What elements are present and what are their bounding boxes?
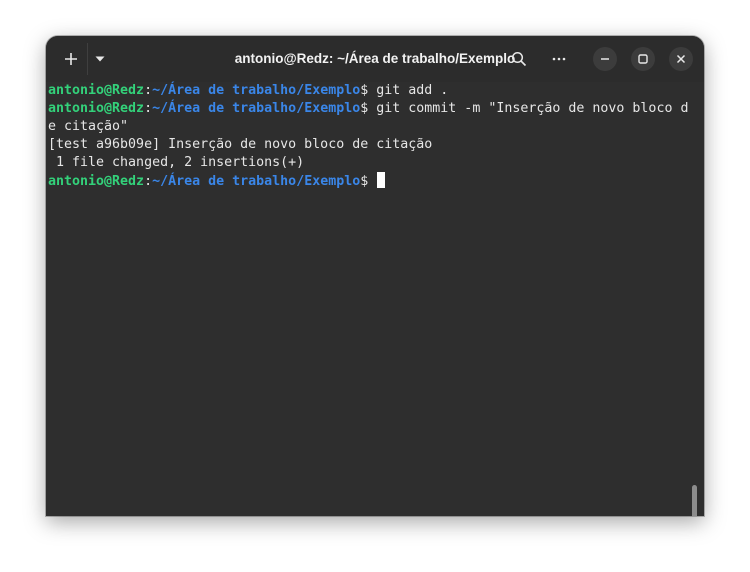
terminal-line: [test a96b09e] Inserção de novo bloco de… — [48, 137, 433, 152]
prompt-path: ~/Área de trabalho/Exemplo — [152, 83, 361, 98]
terminal-line: e citação" — [48, 119, 129, 134]
prompt-colon: : — [144, 83, 153, 98]
title-bar: antonio@Redz: ~/Área de trabalho/Exemplo — [46, 36, 704, 82]
scrollbar-thumb[interactable] — [692, 485, 697, 516]
ellipsis-icon — [552, 57, 566, 61]
close-icon — [676, 54, 686, 64]
terminal-window: antonio@Redz: ~/Área de trabalho/Exemplo — [46, 36, 704, 516]
main-menu-button[interactable] — [544, 44, 574, 74]
prompt-path: ~/Área de trabalho/Exemplo — [152, 101, 361, 116]
plus-icon — [65, 53, 77, 65]
prompt-user-host: antonio@Redz — [48, 174, 145, 189]
search-button[interactable] — [504, 44, 534, 74]
prompt-colon: : — [144, 174, 153, 189]
tab-menu-button[interactable] — [88, 44, 112, 74]
prompt-path: ~/Área de trabalho/Exemplo — [152, 174, 361, 189]
new-tab-button[interactable] — [56, 44, 86, 74]
terminal-line: antonio@Redz:~/Área de trabalho/Exemplo$ — [48, 172, 386, 190]
search-icon — [511, 51, 527, 67]
minimize-icon — [601, 58, 609, 60]
maximize-button[interactable] — [631, 47, 655, 71]
close-button[interactable] — [669, 47, 693, 71]
prompt-dollar: $ — [360, 83, 377, 98]
minimize-button[interactable] — [593, 47, 617, 71]
prompt-dollar: $ — [360, 174, 377, 189]
terminal-line: antonio@Redz:~/Área de trabalho/Exemplo$… — [48, 100, 688, 118]
caret-down-icon — [95, 56, 105, 62]
maximize-icon — [638, 54, 648, 64]
command-text: git add . — [376, 83, 449, 98]
command-text: git commit -m "Inserção de novo bloco d — [376, 101, 689, 116]
terminal-area[interactable]: antonio@Redz:~/Área de trabalho/Exemplo$… — [46, 82, 704, 516]
text-cursor — [377, 172, 386, 188]
terminal-line: 1 file changed, 2 insertions(+) — [48, 155, 305, 170]
prompt-user-host: antonio@Redz — [48, 101, 145, 116]
prompt-dollar: $ — [360, 101, 377, 116]
prompt-colon: : — [144, 101, 153, 116]
terminal-line: antonio@Redz:~/Área de trabalho/Exemplo$… — [48, 82, 448, 100]
prompt-user-host: antonio@Redz — [48, 83, 145, 98]
